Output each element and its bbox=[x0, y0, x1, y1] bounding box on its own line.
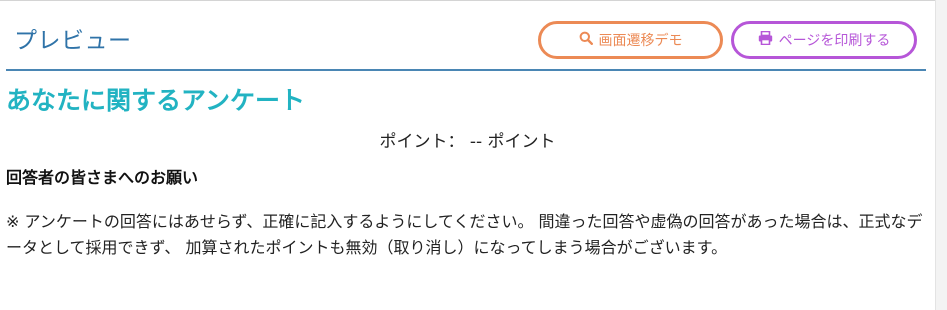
demo-button-label: 画面遷移デモ bbox=[598, 33, 683, 49]
scrollbar[interactable] bbox=[935, 0, 947, 310]
print-icon bbox=[758, 30, 779, 49]
points-value: -- ポイント bbox=[469, 132, 556, 152]
preview-page: プレビュー 画面遷移デモ ページを印刷する あなたに関するアンケート ポイント：… bbox=[0, 0, 947, 310]
print-page-button[interactable]: ページを印刷する bbox=[731, 21, 917, 59]
points-label: ポイント： bbox=[379, 132, 465, 152]
preview-header: プレビュー 画面遷移デモ ページを印刷する bbox=[6, 19, 926, 71]
notice-text: ※ アンケートの回答にはあせらず、正確に記入するようにしてください。 間違った回… bbox=[6, 212, 923, 257]
print-button-label: ページを印刷する bbox=[778, 33, 891, 49]
points-display: ポイント： -- ポイント bbox=[0, 127, 935, 152]
page-title: プレビュー bbox=[14, 28, 132, 54]
search-icon bbox=[579, 31, 599, 49]
screen-transition-demo-button[interactable]: 画面遷移デモ bbox=[538, 21, 723, 59]
request-heading: 回答者の皆さまへのお願い bbox=[6, 168, 199, 187]
survey-title: あなたに関するアンケート bbox=[6, 86, 306, 115]
